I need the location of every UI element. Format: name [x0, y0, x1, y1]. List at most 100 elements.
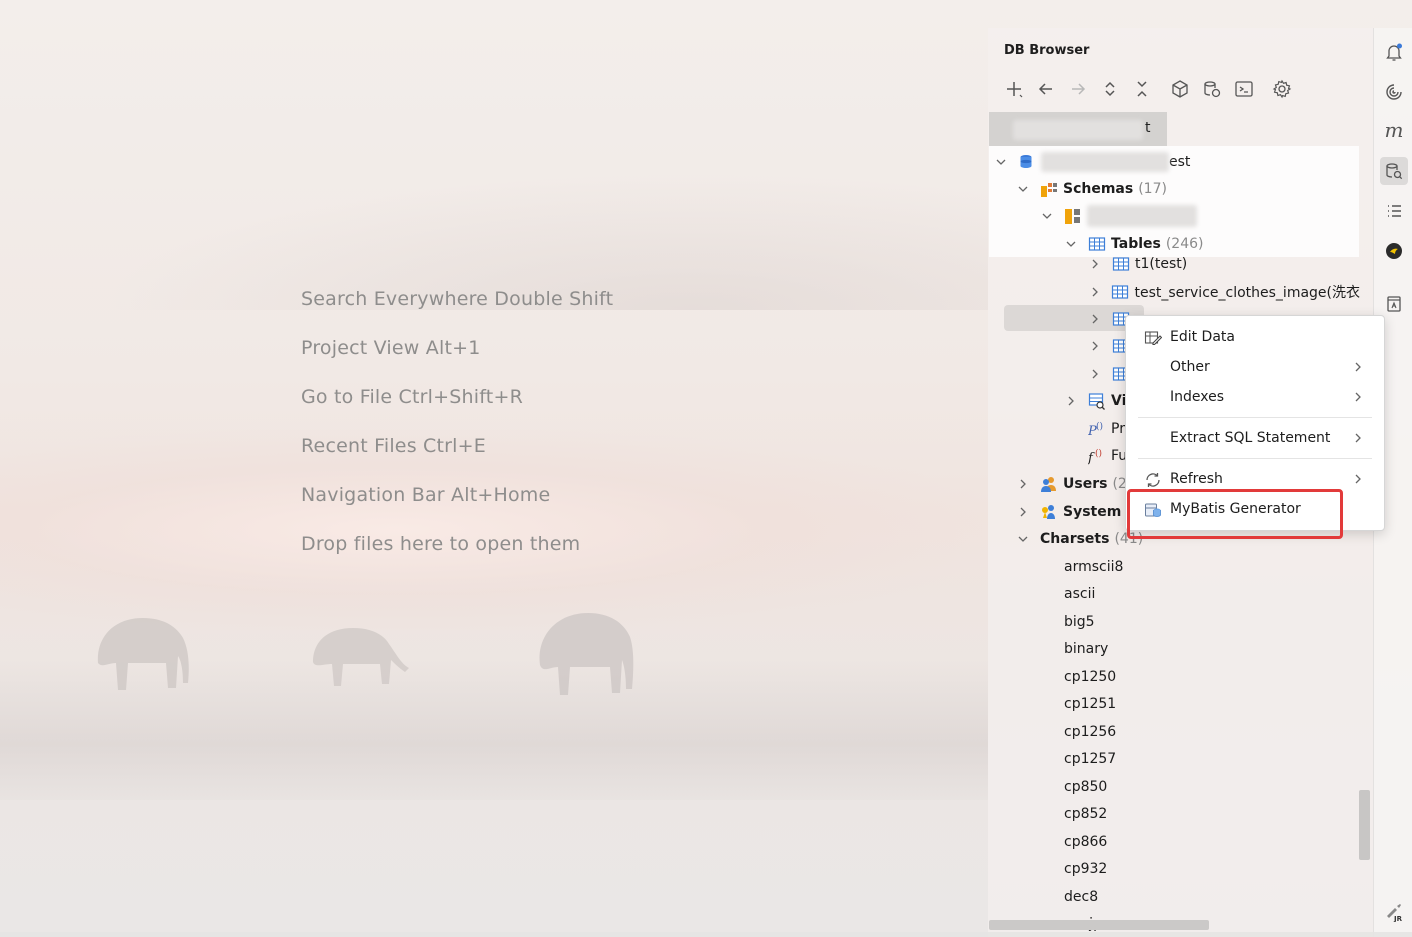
tree-node-users[interactable]: Users (2 [1016, 472, 1127, 496]
tree-node-charsets[interactable]: Charsets (41) [1016, 527, 1143, 551]
tree-node-views[interactable]: Vi [1064, 389, 1126, 413]
tree-node-connection[interactable]: est [994, 150, 1190, 174]
hint-recent-files: Recent Files Ctrl+E [301, 435, 486, 457]
refresh-icon [1144, 471, 1162, 489]
charset-name: cp1250 [1064, 669, 1117, 685]
plugin-icon[interactable] [1380, 237, 1408, 265]
system-icon [1040, 503, 1058, 521]
chevron-right-icon[interactable] [1088, 312, 1102, 326]
edit-data-icon [1144, 329, 1163, 347]
db-browser-icon[interactable] [1380, 157, 1408, 185]
connection-selector[interactable]: t [989, 112, 1167, 146]
charsets-label: Charsets [1040, 531, 1110, 547]
tree-node-table[interactable]: t1(test) [1088, 252, 1187, 276]
bookmarks-icon[interactable] [1380, 290, 1408, 318]
elephant-silhouette [539, 613, 634, 695]
table-name: test_service_clothes_image(洗衣 [1134, 285, 1360, 301]
expand-icon[interactable] [1094, 74, 1126, 104]
tables-count: (246) [1165, 236, 1204, 252]
schema-node-icon [1064, 207, 1082, 225]
svg-text:(): () [1095, 448, 1102, 459]
menu-item-indexes[interactable]: Indexes [1126, 384, 1384, 412]
svg-text:JR: JR [1393, 915, 1403, 922]
chevron-right-icon[interactable] [1088, 285, 1101, 299]
vertical-scrollbar[interactable] [1359, 790, 1370, 860]
schema-icon[interactable] [1164, 74, 1196, 104]
chevron-down-icon[interactable] [1016, 182, 1030, 196]
charset-item[interactable]: cp1256 [1064, 720, 1116, 744]
hint-navigation-bar: Navigation Bar Alt+Home [301, 484, 551, 506]
chevron-down-icon[interactable] [1064, 237, 1078, 251]
chevron-down-icon[interactable] [1016, 532, 1030, 546]
chevron-down-icon[interactable] [1040, 209, 1054, 223]
charset-item[interactable]: cp850 [1064, 775, 1107, 799]
settings-icon[interactable] [1266, 74, 1298, 104]
structure-icon[interactable] [1380, 197, 1408, 225]
chevron-right-icon[interactable] [1016, 477, 1030, 491]
table-icon [1111, 283, 1129, 301]
ai-assistant-icon[interactable] [1380, 78, 1408, 106]
tree-node-procedures[interactable]: P() Pr [1088, 417, 1125, 441]
elephant-silhouette [313, 628, 409, 686]
db-settings-icon[interactable] [1196, 74, 1228, 104]
charset-item[interactable]: cp932 [1064, 857, 1107, 881]
charset-item[interactable]: cp1250 [1064, 665, 1116, 689]
console-icon[interactable] [1228, 74, 1260, 104]
back-icon[interactable] [1030, 74, 1062, 104]
tree-node-table[interactable]: test_service_clothes_image(洗衣 [1088, 280, 1360, 304]
redacted-connection-name [1013, 120, 1143, 140]
chevron-right-icon[interactable] [1088, 367, 1102, 381]
jrebel-icon[interactable]: JR [1380, 898, 1408, 926]
charset-item[interactable]: big5 [1064, 610, 1095, 634]
maven-icon[interactable]: m [1380, 116, 1408, 144]
charset-name: dec8 [1064, 889, 1099, 905]
chevron-right-icon [1352, 361, 1364, 373]
schemas-label: Schemas [1063, 181, 1134, 197]
charset-item[interactable]: dec8 [1064, 885, 1098, 909]
hint-go-to-file: Go to File Ctrl+Shift+R [301, 386, 523, 408]
chevron-down-icon[interactable] [994, 155, 1008, 169]
tree-node-schema[interactable] [1040, 204, 1197, 228]
charset-item[interactable]: armscii8 [1064, 555, 1123, 579]
charset-item[interactable]: binary [1064, 637, 1108, 661]
charset-item[interactable]: cp866 [1064, 830, 1107, 854]
charset-item[interactable]: cp1251 [1064, 692, 1116, 716]
tree-node-schemas[interactable]: Schemas (17) [1016, 177, 1167, 201]
background-hills [0, 150, 988, 310]
menu-item-edit-data[interactable]: Edit Data [1126, 324, 1384, 352]
horizontal-scrollbar[interactable] [989, 920, 1209, 930]
charset-name: cp1257 [1064, 751, 1117, 767]
charset-name: cp866 [1064, 834, 1108, 850]
menu-label: Edit Data [1170, 329, 1235, 345]
chevron-right-icon[interactable] [1016, 505, 1030, 519]
table-name: t1(test) [1135, 256, 1188, 272]
hint-search-everywhere: Search Everywhere Double Shift [301, 288, 614, 310]
menu-item-extract-sql[interactable]: Extract SQL Statement [1126, 425, 1384, 453]
chevron-right-icon[interactable] [1064, 394, 1078, 408]
tables-icon [1088, 235, 1106, 253]
charset-name: cp932 [1064, 861, 1108, 877]
svg-text:(): () [1096, 421, 1103, 432]
menu-label: Indexes [1170, 389, 1225, 405]
add-icon[interactable] [998, 74, 1030, 104]
chevron-right-icon[interactable] [1088, 339, 1102, 353]
menu-label: Refresh [1170, 471, 1223, 487]
tree-node-system[interactable]: System ( [1016, 500, 1132, 524]
chevron-right-icon [1352, 391, 1364, 403]
collapse-icon[interactable] [1126, 74, 1158, 104]
views-icon [1088, 392, 1106, 410]
charset-item[interactable]: cp852 [1064, 802, 1107, 826]
charset-item[interactable]: ascii [1064, 582, 1095, 606]
users-icon [1040, 475, 1058, 493]
connection-name-suffix: est [1169, 154, 1191, 170]
menu-item-other[interactable]: Other [1126, 354, 1384, 382]
editor-background: Search Everywhere Double Shift Project V… [0, 0, 988, 937]
charset-item[interactable]: cp1257 [1064, 747, 1116, 771]
charset-name: big5 [1064, 614, 1095, 630]
forward-icon[interactable] [1062, 74, 1094, 104]
notifications-icon[interactable] [1380, 38, 1408, 66]
chevron-right-icon[interactable] [1088, 257, 1102, 271]
charset-name: cp850 [1064, 779, 1108, 795]
table-icon [1112, 255, 1130, 273]
tree-node-functions[interactable]: f() Fu [1088, 444, 1127, 468]
